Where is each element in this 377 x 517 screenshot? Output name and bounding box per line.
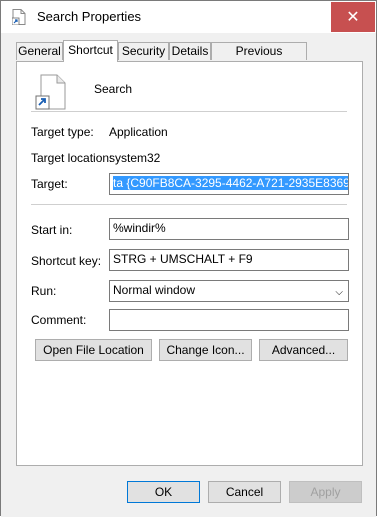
target-location-value: system32 <box>109 151 161 165</box>
comment-label: Comment: <box>31 313 87 327</box>
shortcut-key-label: Shortcut key: <box>31 254 102 268</box>
ok-button[interactable]: OK <box>127 481 200 503</box>
start-in-input[interactable]: %windir% <box>109 218 349 240</box>
tab-shortcut[interactable]: Shortcut <box>63 40 118 62</box>
close-button[interactable]: ✕ <box>331 2 375 32</box>
comment-input[interactable] <box>109 309 349 331</box>
target-location-label: Target location: <box>31 151 113 165</box>
window-title: Search Properties <box>37 9 142 24</box>
start-in-label: Start in: <box>31 223 73 237</box>
shortcut-file-icon <box>35 74 69 110</box>
tab-previous-versions[interactable]: Previous Versions <box>211 42 307 75</box>
shortcut-panel: Search Target type: Application Target l… <box>16 61 363 466</box>
run-label: Run: <box>31 284 57 298</box>
separator <box>31 204 347 205</box>
tab-general[interactable]: General <box>16 42 63 60</box>
open-file-location-button[interactable]: Open File Location <box>35 339 152 361</box>
title-bar[interactable]: Search Properties ✕ <box>1 1 376 33</box>
target-type-label: Target type: <box>31 125 94 139</box>
target-type-value: Application <box>109 125 168 139</box>
tab-security[interactable]: Security <box>118 42 169 60</box>
close-icon: ✕ <box>346 7 360 26</box>
dialog-footer: OK Cancel Apply <box>1 466 376 517</box>
shortcut-name: Search <box>94 82 133 96</box>
properties-dialog: Search Properties ✕ General Shortcut Sec… <box>0 0 377 517</box>
cancel-button[interactable]: Cancel <box>208 481 281 503</box>
tab-details[interactable]: Details <box>169 42 211 60</box>
run-value: Normal window <box>113 283 196 297</box>
target-input[interactable]: ta {C90FB8CA-3295-4462-A721-2935E83694BA… <box>109 173 349 195</box>
target-value: ta {C90FB8CA-3295-4462-A721-2935E83694BA… <box>113 176 348 190</box>
chevron-down-icon: ⌵ <box>335 287 343 298</box>
target-label: Target: <box>31 177 68 191</box>
run-select[interactable]: Normal window ⌵ <box>109 280 349 302</box>
shortcut-key-input[interactable]: STRG + UMSCHALT + F9 <box>109 249 349 271</box>
apply-button[interactable]: Apply <box>289 481 362 503</box>
change-icon-button[interactable]: Change Icon... <box>159 339 252 361</box>
separator <box>31 111 347 112</box>
advanced-button[interactable]: Advanced... <box>259 339 348 361</box>
shortcut-file-icon <box>11 9 26 26</box>
